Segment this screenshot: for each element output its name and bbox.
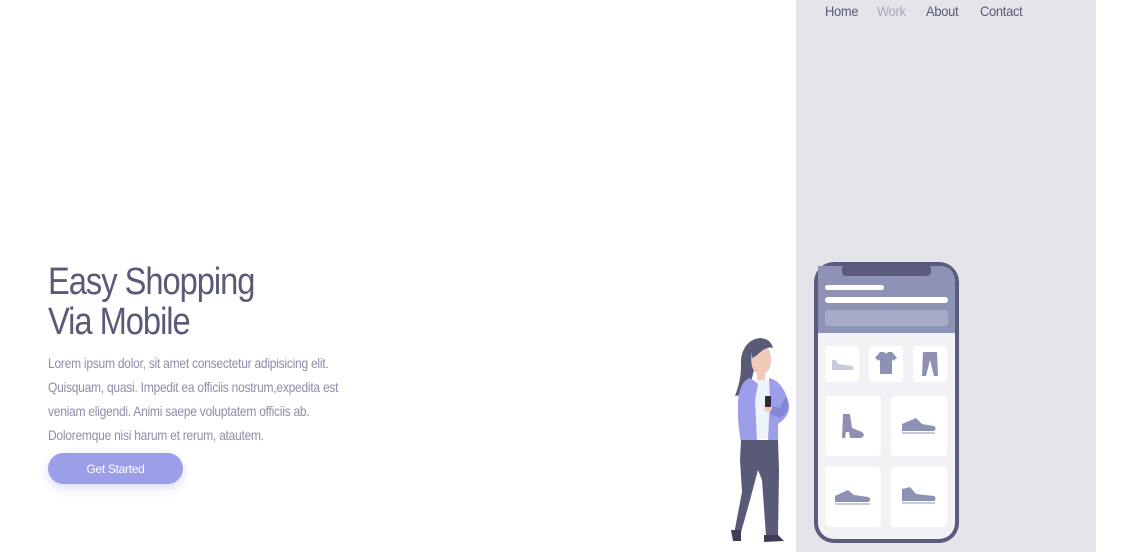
phone-header-line-1 (825, 285, 884, 290)
sneaker-sole (835, 503, 870, 505)
person-shoe-left (731, 530, 741, 541)
phone-item-card (825, 346, 859, 382)
phone-item-card (913, 346, 947, 382)
person-shoe-right (764, 535, 784, 542)
phone-header-line-2 (825, 297, 948, 303)
phone-notch (842, 264, 931, 276)
phone-item-card (825, 396, 881, 456)
person-neck (757, 372, 765, 380)
person-phone (765, 396, 771, 407)
landing-page: Home Work About Contact Easy Shopping Vi… (0, 0, 1124, 552)
person-illustration (731, 338, 790, 542)
phone-search-bar (825, 310, 948, 326)
shopping-illustration (731, 262, 959, 543)
sneaker-sole (902, 502, 935, 504)
person-jacket-left (737, 378, 758, 442)
person-pants (734, 440, 779, 536)
phone-illustration (814, 262, 959, 543)
sneaker-sole (902, 432, 935, 434)
